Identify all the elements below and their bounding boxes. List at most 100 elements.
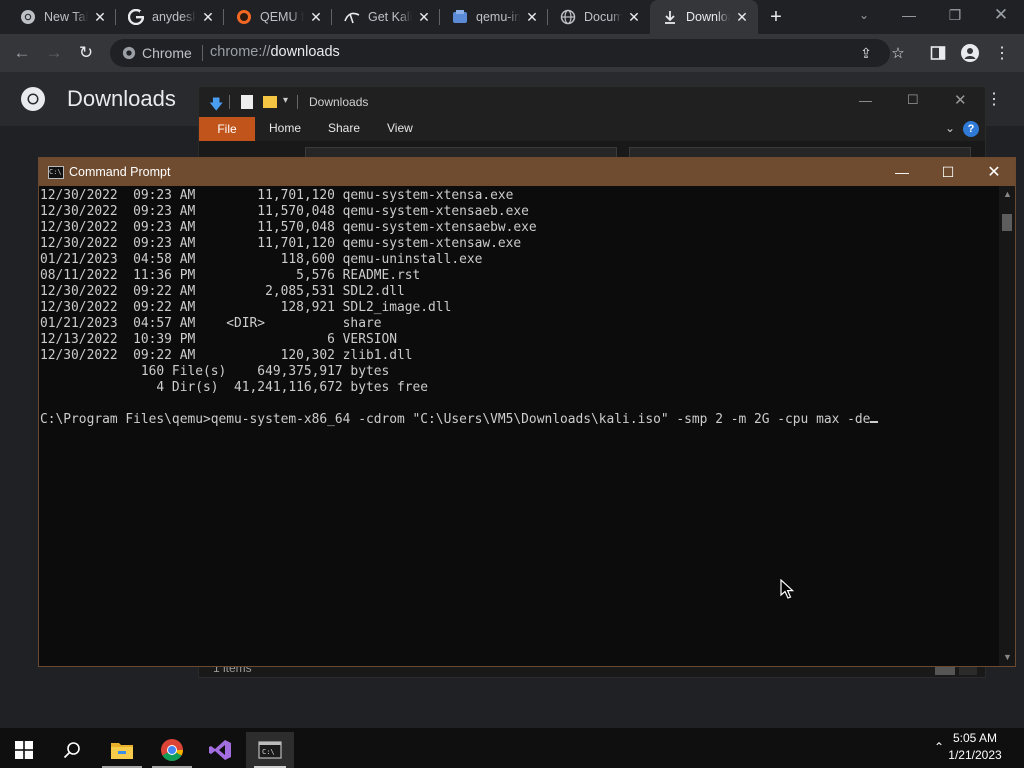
explorer-ribbon: File Home Share View ⌄ ? [199,117,985,141]
chrome-icon [122,46,136,60]
close-icon[interactable]: ✕ [524,9,540,25]
close-window-button[interactable]: ✕ [954,91,967,109]
forward-button[interactable]: → [42,41,66,65]
terminal-icon: C:\ [258,741,282,759]
download-icon [662,9,678,25]
bookmark-star-icon[interactable]: ☆ [886,41,910,65]
console-text: 12/30/2022 09:23 AM 11,701,120 qemu-syst… [40,188,998,428]
page-title: Downloads [67,86,176,111]
chrome-icon [161,739,183,761]
close-icon[interactable]: ✕ [416,9,432,25]
taskbar-command-prompt[interactable]: C:\ [246,732,294,768]
console-line: 12/30/2022 09:22 AM 128,921 SDL2_image.d… [40,300,452,315]
console-line: 12/30/2022 09:23 AM 11,701,120 qemu-syst… [40,236,522,251]
tab-anydesk[interactable]: anydesk ✕ [116,0,224,34]
divider [229,95,230,109]
kebab-menu-icon[interactable]: ⋮ [986,89,1002,109]
console-line: 12/30/2022 09:22 AM 120,302 zlib1.dll [40,348,413,363]
visual-studio-icon [209,740,231,760]
clock-time[interactable]: 5:05 AM [940,731,1010,745]
minimize-button[interactable]: — [879,158,925,186]
clock-date[interactable]: 1/21/2023 [940,748,1010,762]
command-prompt-window[interactable]: C:\ Command Prompt — ☐ ✕ 12/30/2022 09:2… [38,157,1016,667]
console-line: 01/21/2023 04:57 AM <DIR> share [40,316,382,331]
text-cursor [870,421,879,423]
tab-strip: New Tab ✕ anydesk ✕ QEMU for Windows ✕ G… [0,0,1024,34]
maximize-button[interactable]: ☐ [925,158,971,186]
search-icon [63,742,80,759]
explorer-title: Downloads [309,95,369,109]
ribbon-tab-share[interactable]: Share [328,121,360,135]
properties-icon[interactable] [241,95,253,109]
qemu-icon [236,9,252,25]
console-command-line: C:\Program Files\qemu>qemu-system-x86_64… [40,412,871,427]
kebab-menu-icon[interactable]: ⋮ [990,41,1014,65]
new-tab-button[interactable]: + [766,7,786,27]
folder-icon[interactable] [263,96,277,108]
tab-documentation[interactable]: Documentation ✕ [548,0,650,34]
help-icon[interactable]: ? [963,121,979,137]
chevron-down-icon[interactable]: ⌄ [945,121,955,135]
close-window-button[interactable]: ✕ [971,158,1017,186]
chrome-logo-icon [21,87,45,111]
console-line: 12/30/2022 09:23 AM 11,570,048 qemu-syst… [40,220,537,235]
reload-button[interactable]: ↻ [74,41,98,65]
console-line: 4 Dir(s) 41,241,116,672 bytes free [40,380,429,395]
taskbar-file-explorer[interactable] [98,732,146,768]
close-icon[interactable]: ✕ [308,9,324,25]
console-output[interactable]: 12/30/2022 09:23 AM 11,701,120 qemu-syst… [40,188,998,666]
scroll-down-icon[interactable]: ▼ [1003,652,1012,662]
vertical-scrollbar[interactable]: ▲ ▼ [999,186,1015,666]
cmd-titlebar[interactable]: C:\ Command Prompt — ☐ ✕ [39,158,1015,186]
chrome-icon [20,9,36,25]
address-bar[interactable]: Chrome chrome://downloads ⇪ ☆ [110,39,905,67]
console-line: 12/30/2022 09:23 AM 11,570,048 qemu-syst… [40,204,529,219]
tab-title: Get Kali [368,10,412,24]
quick-access-dropdown-icon[interactable]: ▾ [283,95,288,106]
ribbon-tab-file[interactable]: File [199,117,255,141]
url-text[interactable]: chrome://downloads [210,44,340,60]
search-button[interactable] [48,732,96,768]
tab-qemu-img[interactable]: qemu-img ✕ [440,0,548,34]
minimize-button[interactable]: — [886,0,932,30]
scrollbar-thumb[interactable] [1002,214,1012,231]
tab-new-tab[interactable]: New Tab ✕ [8,0,116,34]
explorer-titlebar[interactable]: 🡇 ▾ Downloads — ☐ ✕ [199,87,985,117]
file-explorer-icon [111,743,133,759]
back-button[interactable]: ← [10,41,34,65]
close-icon[interactable]: ✕ [734,9,750,25]
tab-title: Documentation [584,10,622,24]
console-line: 12/13/2022 10:39 PM 6 VERSION [40,332,397,347]
profile-avatar[interactable] [958,41,982,65]
close-icon[interactable]: ✕ [626,9,642,25]
side-panel-icon[interactable] [926,41,950,65]
start-button[interactable] [0,732,48,768]
taskbar-visual-studio[interactable] [196,732,244,768]
globe-icon [560,9,576,25]
scroll-up-icon[interactable]: ▲ [1003,189,1012,199]
maximize-button[interactable]: ☐ [907,92,919,108]
tab-downloads[interactable]: Downloads ✕ [650,0,758,34]
close-icon[interactable]: ✕ [200,9,216,25]
share-icon[interactable]: ⇪ [854,41,878,65]
tab-qemu[interactable]: QEMU for Windows ✕ [224,0,332,34]
windows-taskbar: C:\ ⌃ 5:05 AM 1/21/2023 [0,728,1024,768]
tab-title: QEMU for Windows [260,10,304,24]
tab-title: anydesk [152,10,196,24]
console-line: 12/30/2022 09:23 AM 11,701,120 qemu-syst… [40,188,514,203]
ribbon-tab-view[interactable]: View [387,121,413,135]
url-path: downloads [270,44,340,60]
taskbar-chrome[interactable] [148,732,196,768]
browser-toolbar: ← → ↻ Chrome chrome://downloads ⇪ ☆ ⋮ [0,34,1024,72]
windows-start-icon [15,741,33,759]
tab-get-kali[interactable]: Get Kali ✕ [332,0,440,34]
site-chip[interactable]: Chrome [122,45,192,61]
close-window-button[interactable]: ✕ [978,0,1024,30]
minimize-button[interactable]: — [859,93,872,108]
restore-button[interactable]: ❐ [932,0,978,30]
tab-title: qemu-img [476,10,520,24]
chevron-down-icon[interactable]: ⌄ [856,8,872,24]
ribbon-tab-home[interactable]: Home [269,121,301,135]
close-icon[interactable]: ✕ [92,9,108,25]
download-arrow-icon: 🡇 [209,96,224,112]
